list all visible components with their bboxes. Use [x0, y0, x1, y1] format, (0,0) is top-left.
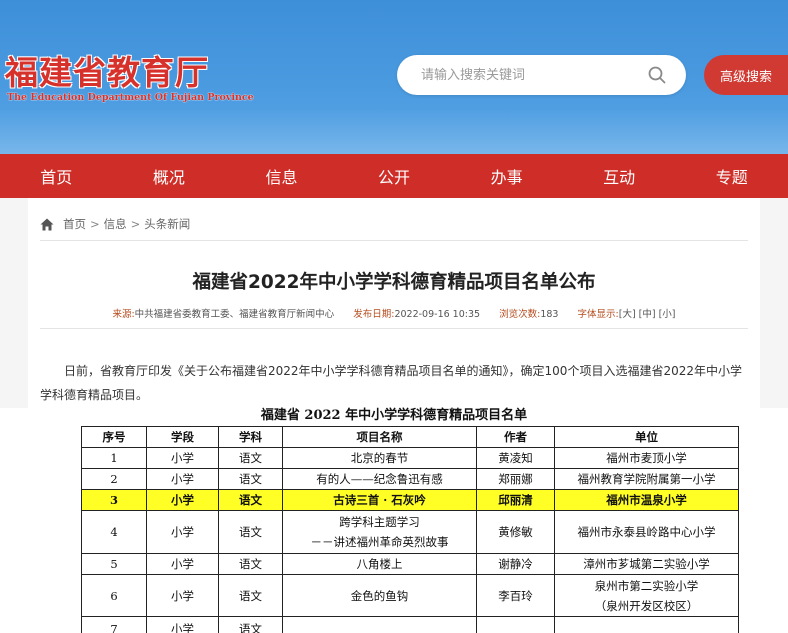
search-icon[interactable] [648, 66, 666, 84]
cell-subject: 语文 [218, 447, 283, 469]
advanced-search-button[interactable]: 高级搜索 [704, 55, 788, 95]
nav-item-home[interactable]: 首页 [0, 154, 113, 198]
cell-author: 邱丽清 [476, 489, 555, 511]
table-row: 2 小学 语文 有的人——纪念鲁迅有感 郑丽娜 福州教育学院附属第一小学 [81, 468, 739, 490]
breadcrumb: 首页 > 信息 > 头条新闻 [40, 216, 190, 232]
header-wave-decoration [0, 108, 788, 154]
meta-divider [40, 328, 748, 329]
source-value: 中共福建省委教育工委、福建省教育厅新闻中心 [134, 309, 335, 320]
cell-subject: 语文 [218, 510, 283, 554]
cell-author: 黄凌知 [476, 447, 555, 469]
main-nav: 首页 概况 信息 公开 办事 互动 专题 [0, 154, 788, 198]
cell-index: 5 [81, 553, 147, 575]
cell-author: 李百玲 [476, 574, 555, 617]
cell-project-name: 八角楼上 [282, 553, 477, 575]
cell-stage: 小学 [146, 553, 219, 575]
cell-unit: 福州市温泉小学 [554, 489, 739, 511]
article-meta: 来源:中共福建省委教育工委、福建省教育厅新闻中心 发布日期:2022-09-16… [0, 306, 788, 320]
cell-project-name: 古诗三首 · 石灰吟 [282, 489, 477, 511]
cell-unit: 漳州市芗城第二实验小学 [554, 553, 739, 575]
project-table: 序号 学段 学科 项目名称 作者 单位 1 小学 语文 北京的春节 黄凌知 福州… [81, 426, 739, 633]
nav-item-information[interactable]: 信息 [225, 154, 338, 198]
article-intro: 日前，省教育厅印发《关于公布福建省2022年中小学学科德育精品项目名单的通知》，… [40, 364, 742, 402]
cell-index: 7 [81, 616, 147, 633]
cell-unit [554, 616, 739, 633]
cell-index: 6 [81, 574, 147, 617]
site-header: 福建省教育厅 The Education Department Of Fujia… [0, 0, 788, 154]
cell-unit: 泉州市第二实验小学 （泉州开发区校区） [554, 574, 739, 617]
nav-item-interaction[interactable]: 互动 [563, 154, 676, 198]
cell-author [476, 616, 555, 633]
font-size-options[interactable]: [大] [中] [小] [619, 309, 676, 320]
breadcrumb-home[interactable]: 首页 [63, 216, 86, 232]
cell-project-name: 跨学科主题学习 －－讲述福州革命英烈故事 [282, 510, 477, 554]
cell-project-name: 北京的春节 [282, 447, 477, 469]
cell-stage: 小学 [146, 616, 219, 633]
nav-item-services[interactable]: 办事 [450, 154, 563, 198]
date-value: 2022-09-16 10:35 [394, 309, 481, 320]
table-row: 5 小学 语文 八角楼上 谢静冷 漳州市芗城第二实验小学 [81, 553, 739, 575]
views-label: 浏览次数: [499, 309, 541, 320]
header-unit: 单位 [554, 426, 739, 448]
cell-author: 黄修敏 [476, 510, 555, 554]
source-label: 来源: [112, 309, 135, 320]
cell-subject: 语文 [218, 616, 283, 633]
table-title: 福建省 2022 年中小学学科德育精品项目名单 [260, 408, 528, 423]
cell-stage: 小学 [146, 447, 219, 469]
cell-project-name: 有的人——纪念鲁迅有感 [282, 468, 477, 490]
cell-subject: 语文 [218, 489, 283, 511]
cell-unit: 福州市永泰县岭路中心小学 [554, 510, 739, 554]
breadcrumb-divider [40, 240, 748, 241]
cell-stage: 小学 [146, 468, 219, 490]
cell-index: 2 [81, 468, 147, 490]
cell-author: 谢静冷 [476, 553, 555, 575]
table-row: 1 小学 语文 北京的春节 黄凌知 福州市麦顶小学 [81, 447, 739, 469]
header-author: 作者 [476, 426, 555, 448]
table-header-row: 序号 学段 学科 项目名称 作者 单位 [81, 426, 739, 448]
cell-unit: 福州市麦顶小学 [554, 447, 739, 469]
cell-unit: 福州教育学院附属第一小学 [554, 468, 739, 490]
home-icon [40, 218, 54, 230]
cell-subject: 语文 [218, 574, 283, 617]
search-box [397, 55, 686, 95]
header-stage: 学段 [146, 426, 219, 448]
date-label: 发布日期: [353, 309, 395, 320]
search-input[interactable] [421, 55, 641, 95]
table-row: 6 小学 语文 金色的鱼钩 李百玲 泉州市第二实验小学 （泉州开发区校区） [81, 574, 739, 617]
breadcrumb-separator: > [130, 217, 141, 231]
header-project-name: 项目名称 [282, 426, 477, 448]
cell-stage: 小学 [146, 574, 219, 617]
header-index: 序号 [81, 426, 147, 448]
cell-subject: 语文 [218, 468, 283, 490]
cell-subject: 语文 [218, 553, 283, 575]
cell-stage: 小学 [146, 510, 219, 554]
cell-author: 郑丽娜 [476, 468, 555, 490]
table-row-highlighted: 3 小学 语文 古诗三首 · 石灰吟 邱丽清 福州市温泉小学 [81, 489, 739, 511]
site-logo-title[interactable]: 福建省教育厅 [5, 46, 209, 94]
views-value: 183 [540, 309, 559, 320]
article-title: 福建省2022年中小学学科德育精品项目名单公布 [192, 272, 596, 293]
cell-project-name: 金色的鱼钩 [282, 574, 477, 617]
site-logo-subtitle: The Education Department Of Fujian Provi… [7, 92, 254, 103]
cell-index: 3 [81, 489, 147, 511]
header-subject: 学科 [218, 426, 283, 448]
cell-index: 1 [81, 447, 147, 469]
table-row: 4 小学 语文 跨学科主题学习 －－讲述福州革命英烈故事 黄修敏 福州市永泰县岭… [81, 510, 739, 554]
cell-index: 4 [81, 510, 147, 554]
cell-stage: 小学 [146, 489, 219, 511]
table-row: 7 小学 语文 [81, 616, 739, 633]
breadcrumb-information[interactable]: 信息 [104, 216, 127, 232]
font-size-label: 字体显示: [577, 309, 619, 320]
nav-item-disclosure[interactable]: 公开 [338, 154, 451, 198]
breadcrumb-headline-news[interactable]: 头条新闻 [144, 216, 190, 232]
cell-project-name [282, 616, 477, 633]
nav-item-topics[interactable]: 专题 [675, 154, 788, 198]
nav-item-overview[interactable]: 概况 [113, 154, 226, 198]
breadcrumb-separator: > [90, 217, 100, 231]
